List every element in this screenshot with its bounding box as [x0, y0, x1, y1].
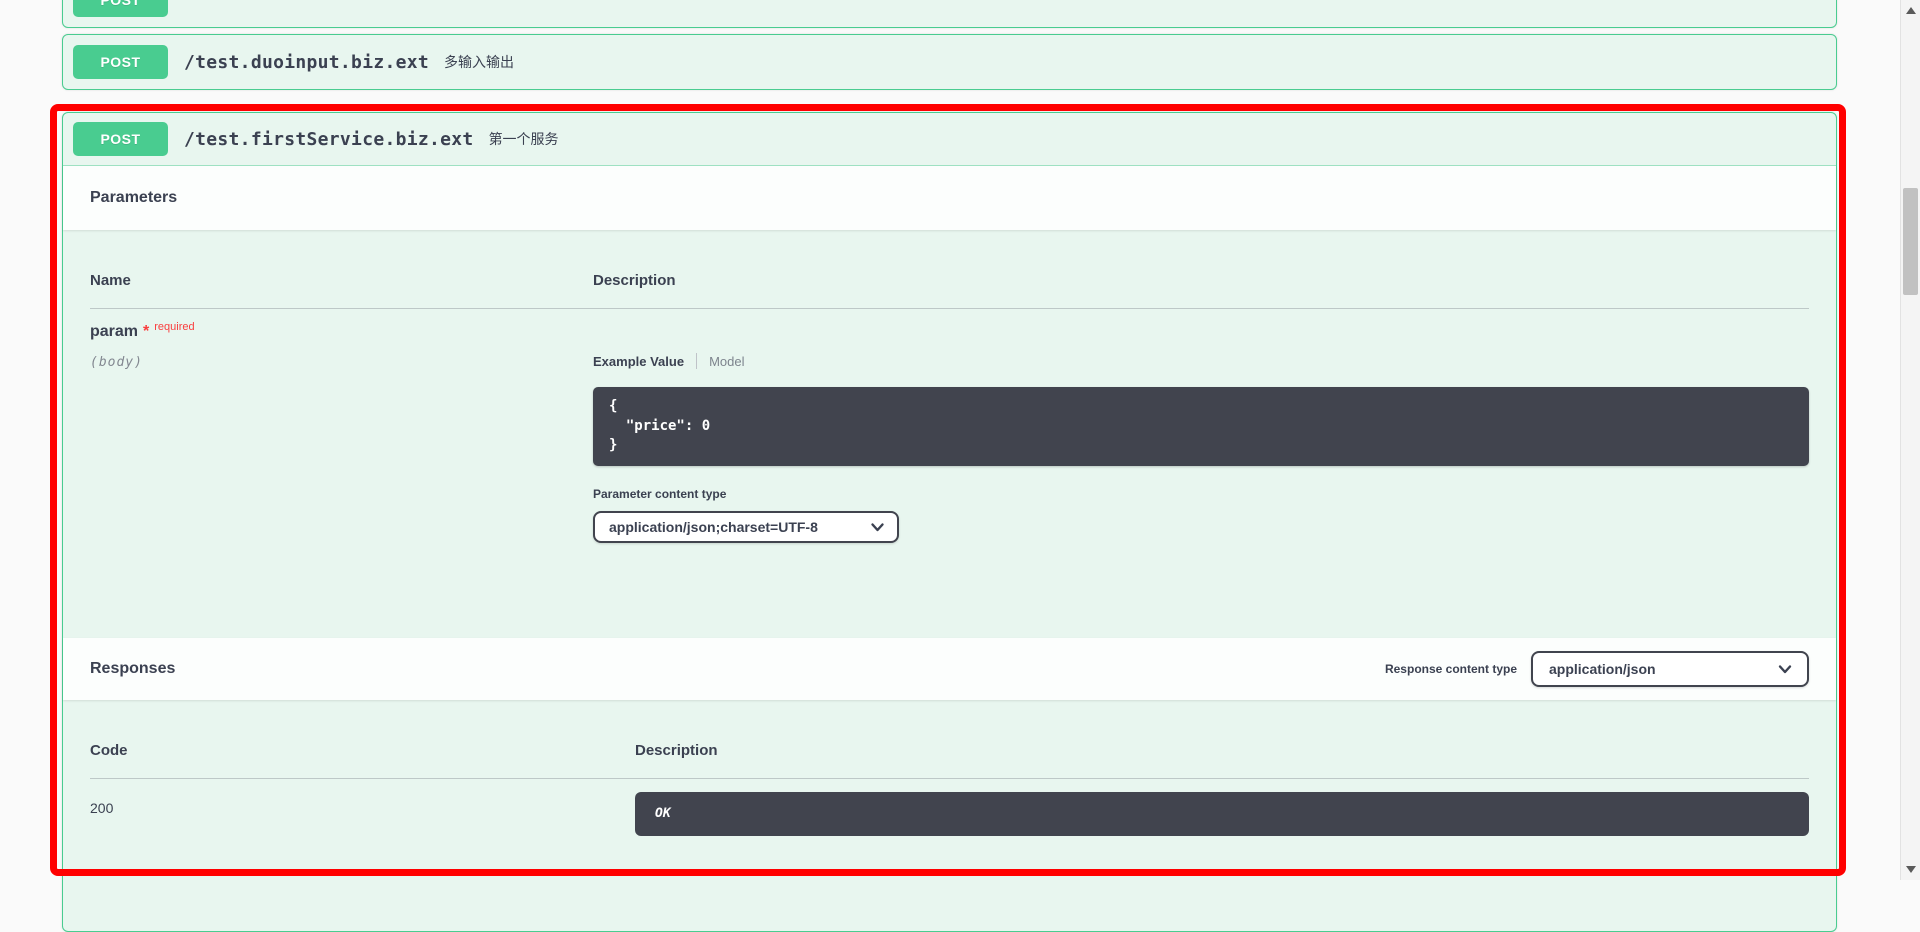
required-label: required: [154, 321, 194, 333]
tab-separator: [696, 353, 697, 369]
responses-section-header: Responses Response content type applicat…: [63, 638, 1836, 700]
response-row-200: 200 OK: [90, 779, 1809, 896]
scroll-down-arrow-icon[interactable]: [1906, 866, 1916, 873]
column-header-code: Code: [90, 742, 635, 759]
chevron-down-icon: [1777, 662, 1793, 676]
column-header-description: Description: [635, 742, 1809, 759]
opblock-summary-partial[interactable]: POST: [63, 0, 1836, 27]
parameter-name-cell: param * required (body): [90, 323, 593, 543]
parameter-description-cell: Example Value Model { "price": 0 } Param…: [593, 323, 1809, 543]
method-badge-post: POST: [73, 122, 168, 156]
endpoint-summary: 多输入输出: [444, 52, 514, 72]
parameter-location: (body): [90, 355, 593, 370]
response-description: OK: [635, 792, 1809, 836]
response-code: 200: [90, 792, 635, 836]
tab-model[interactable]: Model: [709, 354, 744, 369]
model-example-tabs: Example Value Model: [593, 353, 1809, 369]
method-badge-post: POST: [73, 0, 168, 17]
opblock-first-service: POST /test.firstService.biz.ext 第一个服务 Pa…: [62, 112, 1837, 932]
opblock-duoinput: POST /test.duoinput.biz.ext 多输入输出: [62, 34, 1837, 90]
responses-table: Code Description 200 OK: [63, 742, 1836, 896]
endpoint-path: /test.firstService.biz.ext: [184, 129, 474, 150]
api-operations-list: POST POST /test.duoinput.biz.ext 多输入输出 P…: [62, 0, 1837, 932]
chevron-down-icon: [870, 520, 885, 534]
example-value-json: { "price": 0 }: [593, 387, 1809, 466]
response-content-type-value: application/json: [1549, 661, 1656, 677]
parameter-name-text: param: [90, 323, 138, 340]
method-badge-post: POST: [73, 45, 168, 79]
responses-table-head: Code Description: [90, 742, 1809, 759]
required-asterisk: *: [143, 323, 149, 340]
scrollbar[interactable]: [1900, 0, 1920, 880]
endpoint-path: /test.duoinput.biz.ext: [184, 52, 429, 73]
scrollbar-thumb[interactable]: [1903, 188, 1918, 295]
response-content-type-group: Response content type application/json: [1385, 651, 1809, 687]
response-description-cell: OK: [635, 792, 1809, 836]
scroll-up-arrow-icon[interactable]: [1906, 7, 1916, 14]
parameter-content-type-select[interactable]: application/json;charset=UTF-8: [593, 511, 899, 543]
opblock-partial-top: POST: [62, 0, 1837, 28]
column-header-name: Name: [90, 272, 593, 289]
opblock-summary-duoinput[interactable]: POST /test.duoinput.biz.ext 多输入输出: [63, 35, 1836, 89]
parameter-content-type-label: Parameter content type: [593, 487, 1809, 501]
parameters-section-header: Parameters: [63, 166, 1836, 230]
tab-example-value[interactable]: Example Value: [593, 354, 684, 369]
opblock-summary-first-service[interactable]: POST /test.firstService.biz.ext 第一个服务: [63, 113, 1836, 166]
response-content-type-label: Response content type: [1385, 662, 1517, 676]
parameters-table: Name Description param * required (body) E…: [63, 272, 1836, 638]
parameter-name: param * required: [90, 323, 593, 341]
response-content-type-select[interactable]: application/json: [1531, 651, 1809, 687]
parameters-title: Parameters: [90, 189, 177, 207]
parameter-content-type-value: application/json;charset=UTF-8: [609, 519, 818, 535]
responses-title: Responses: [90, 660, 175, 678]
parameters-table-head: Name Description: [90, 272, 1809, 289]
column-header-description: Description: [593, 272, 1809, 289]
parameter-row: param * required (body) Example Value Mode…: [90, 309, 1809, 638]
endpoint-summary: 第一个服务: [489, 129, 559, 149]
